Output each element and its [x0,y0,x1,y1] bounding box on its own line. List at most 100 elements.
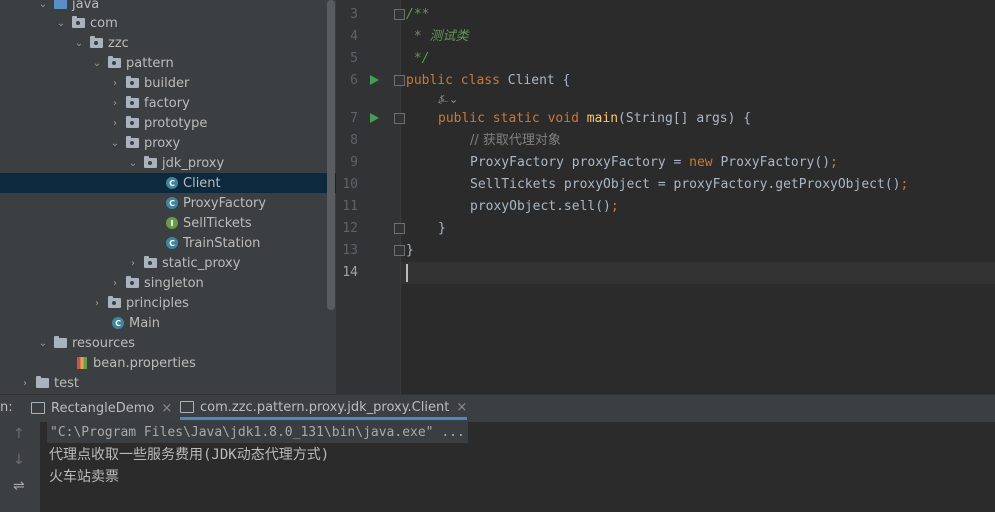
package-icon [126,136,139,148]
chevron-down-icon[interactable]: ⌄ [36,338,50,349]
run-tab-client[interactable]: com.zzc.pattern.proxy.jdk_proxy.Client × [180,397,468,420]
tree-item-trainstation[interactable]: C TrainStation [0,233,336,253]
line-number: 9 [350,155,358,170]
line-number: 11 [342,199,358,214]
tree-item-main[interactable]: C Main [0,313,336,333]
package-icon [108,296,121,308]
tree-item-test[interactable]: › test [0,373,336,393]
class-icon: C [166,197,178,209]
chevron-right-icon[interactable]: › [108,118,122,129]
run-config-icon [180,401,194,413]
chevron-down-icon[interactable]: ⌄ [126,158,140,169]
line-number: 8 [350,133,358,148]
project-tree: ⌄ java ⌄ com ⌄ zzc ⌄ pattern › builder ›… [0,0,336,394]
code-line-7: public static void main(String[] args) { [438,111,752,126]
line-number: 5 [350,51,358,66]
tree-item-selltickets[interactable]: I SellTickets [0,213,336,233]
tree-item-bean-properties[interactable]: bean.properties [0,353,336,373]
tree-item-com[interactable]: ⌄ com [0,13,336,33]
fold-marker-icon[interactable] [394,113,405,124]
tree-item-pattern[interactable]: ⌄ pattern [0,53,336,73]
chevron-right-icon[interactable]: › [108,78,122,89]
chevron-right-icon[interactable]: › [108,278,122,289]
console-output-line: 代理点收取一些服务费用(JDK动态代理方式) [49,447,330,463]
chevron-down-icon[interactable]: ⌄ [72,38,86,49]
close-icon[interactable]: × [456,400,467,415]
fold-marker-icon[interactable] [394,223,405,234]
class-icon: C [166,177,178,189]
code-line-4: * 测试类 [406,29,469,44]
resources-folder-icon [54,336,67,348]
text-caret [406,264,408,282]
code-line-9: ProxyFactory proxyFactory = new ProxyFac… [470,155,838,170]
chevron-right-icon[interactable]: › [126,258,140,269]
line-number: 7 [350,111,358,126]
package-icon [144,156,157,168]
console-output-line: 火车站卖票 [49,469,119,485]
tree-item-prototype[interactable]: › prototype [0,113,336,133]
run-main-icon[interactable] [370,113,379,123]
tree-item-factory[interactable]: › factory [0,93,336,113]
tree-scrollbar[interactable] [327,0,335,310]
run-toolbar: ↑ ↓ ⇌ [0,422,40,512]
code-line-6: public class Client { [406,73,571,88]
run-class-icon[interactable] [370,75,379,85]
code-line-12: } [438,221,446,236]
chevron-right-icon[interactable]: › [90,298,104,309]
line-number-current: 14 [342,265,358,280]
line-number: 4 [350,29,358,44]
line-number: 6 [350,73,358,88]
package-icon [126,76,139,88]
chevron-down-icon[interactable]: ⌄ [54,18,68,29]
line-number: 12 [342,221,358,236]
tree-item-jdk-proxy[interactable]: ⌄ jdk_proxy [0,153,336,173]
code-line-11: proxyObject.sell(); [470,199,619,214]
chevron-right-icon[interactable]: › [18,378,32,389]
code-line-13: } [406,243,414,258]
tree-item-proxyfactory[interactable]: C ProxyFactory [0,193,336,213]
code-line-5: */ [406,51,430,66]
package-icon [126,96,139,108]
soft-wrap-icon[interactable]: ⇌ [13,478,25,494]
package-icon [144,256,157,268]
tree-item-java[interactable]: ⌄ java [0,0,336,14]
package-icon [108,56,121,68]
chevron-down-icon[interactable]: ⌄ [36,0,50,10]
fold-marker-icon[interactable] [394,9,405,20]
run-tab-rectangledemo[interactable]: RectangleDemo × [31,397,172,419]
properties-file-icon [77,357,87,369]
close-icon[interactable]: × [161,401,172,416]
line-number: 3 [350,7,358,22]
package-icon [126,116,139,128]
tree-item-principles[interactable]: › principles [0,293,336,313]
console-command-line[interactable]: "C:\Program Files\Java\jdk1.8.0_131\bin\… [47,422,468,443]
chevron-right-icon[interactable]: › [108,98,122,109]
fold-marker-icon[interactable] [394,245,405,256]
tree-item-static-proxy[interactable]: › static_proxy [0,253,336,273]
arrow-up-icon[interactable]: ↑ [13,426,25,442]
line-number: 13 [342,243,358,258]
interface-icon: I [166,217,178,229]
current-line-highlight [401,262,995,284]
source-folder-icon [54,0,67,9]
tree-item-resources[interactable]: ⌄ resources [0,333,336,353]
arrow-down-icon[interactable]: ↓ [13,452,25,468]
run-config-icon [31,402,45,414]
tree-item-builder[interactable]: › builder [0,73,336,93]
tree-item-proxy[interactable]: ⌄ proxy [0,133,336,153]
folder-icon [36,376,49,388]
chevron-down-icon[interactable]: ⌄ [108,138,122,149]
package-icon [90,36,103,48]
runnable-class-icon: C [112,317,124,329]
package-icon [126,276,139,288]
chevron-down-icon[interactable]: ⌄ [90,58,104,69]
code-line-8: // 获取代理对象 [470,133,561,148]
package-icon [72,16,85,28]
code-line-10: SellTickets proxyObject = proxyFactory.g… [470,177,909,192]
tree-item-client[interactable]: C Client [0,173,336,193]
tree-item-zzc[interactable]: ⌄ zzc [0,33,336,53]
tree-item-singleton[interactable]: › singleton [0,273,336,293]
fold-marker-icon[interactable] [394,75,405,86]
code-line-3: /** [406,7,430,22]
inlay-hint-icon[interactable]: ⍼⌄ [438,92,459,107]
